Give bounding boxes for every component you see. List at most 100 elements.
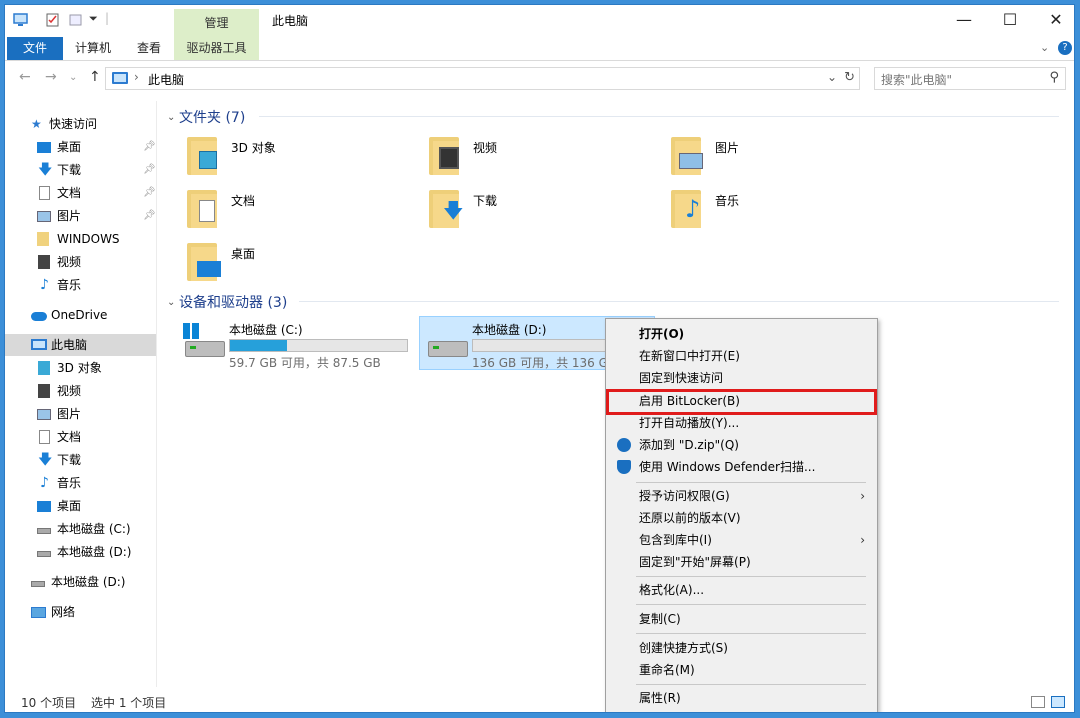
- menu-item-label: 包含到库中(I): [639, 533, 712, 547]
- address-dropdown-icon[interactable]: ⌄: [827, 70, 837, 84]
- sidebar-item-drive-c[interactable]: 本地磁盘 (C:): [5, 518, 156, 540]
- drive-usage-bar: [229, 339, 408, 352]
- menu-item-add-to-zip[interactable]: 添加到 "D.zip"(Q): [608, 434, 875, 456]
- sidebar-label: 网络: [51, 605, 76, 619]
- menu-item-pin-quick-access[interactable]: 固定到快速访问: [608, 367, 875, 389]
- forward-icon[interactable]: →: [45, 69, 57, 85]
- breadcrumb-chevron-icon[interactable]: ›: [134, 70, 139, 84]
- drive-icon: [37, 528, 51, 534]
- download-icon: 🡇: [38, 452, 53, 468]
- sidebar-item-pc-music[interactable]: ♪ 音乐: [5, 472, 156, 494]
- menu-item-rename[interactable]: 重命名(M): [608, 659, 875, 681]
- menu-item-format[interactable]: 格式化(A)...: [608, 579, 875, 601]
- network-icon: [31, 607, 46, 618]
- sidebar-item-onedrive[interactable]: OneDrive: [5, 304, 156, 326]
- close-button[interactable]: ✕: [1033, 5, 1074, 35]
- sidebar-item-downloads[interactable]: 🡇 下载 📌︎: [5, 159, 156, 181]
- recent-locations-icon[interactable]: ⌄: [69, 72, 77, 83]
- menu-item-pin-start[interactable]: 固定到"开始"屏幕(P): [608, 551, 875, 573]
- folder-desktop[interactable]: [187, 243, 221, 281]
- refresh-icon[interactable]: ↻: [844, 70, 855, 85]
- menu-item-include-library[interactable]: 包含到库中(I) ›: [608, 529, 875, 551]
- sidebar-item-music[interactable]: ♪ 音乐: [5, 274, 156, 296]
- search-input[interactable]: 搜索"此电脑" ⚲: [874, 67, 1066, 90]
- sidebar-item-this-pc[interactable]: 此电脑: [5, 334, 156, 356]
- sidebar-item-documents[interactable]: 文档 📌︎: [5, 182, 156, 204]
- drives-group-header[interactable]: 设备和驱动器 (3): [179, 292, 287, 312]
- minimize-button[interactable]: —: [941, 5, 987, 35]
- search-icon[interactable]: ⚲: [1049, 70, 1059, 85]
- folder-videos[interactable]: [429, 137, 463, 175]
- film-icon: [439, 147, 459, 169]
- video-icon: [38, 255, 50, 269]
- sidebar-label: 此电脑: [51, 338, 88, 352]
- menu-item-restore-versions[interactable]: 还原以前的版本(V): [608, 507, 875, 529]
- pin-icon[interactable]: 📌︎: [143, 205, 156, 227]
- tab-file[interactable]: 文件: [7, 37, 63, 60]
- pin-icon[interactable]: 📌︎: [143, 159, 156, 181]
- sidebar-label: OneDrive: [51, 308, 108, 322]
- video-icon: [38, 384, 50, 398]
- sidebar-item-network[interactable]: 网络: [5, 601, 156, 623]
- sidebar-item-pc-desktop[interactable]: 桌面: [5, 495, 156, 517]
- menu-item-autoplay[interactable]: 打开自动播放(Y)...: [608, 412, 875, 434]
- pin-icon[interactable]: 📌︎: [143, 182, 156, 204]
- folder-pictures[interactable]: [671, 137, 705, 175]
- up-icon[interactable]: ↑: [89, 69, 101, 85]
- address-path[interactable]: 此电脑: [148, 71, 184, 88]
- submenu-arrow-icon: ›: [860, 533, 865, 547]
- collapse-group-icon[interactable]: ⌄: [167, 297, 175, 308]
- menu-item-create-shortcut[interactable]: 创建快捷方式(S): [608, 637, 875, 659]
- sidebar-item-windows[interactable]: WINDOWS: [5, 228, 156, 250]
- expand-ribbon-icon[interactable]: ⌄: [1040, 41, 1049, 54]
- folder-label: 文档: [231, 194, 256, 208]
- sidebar-item-desktop[interactable]: 桌面 📌︎: [5, 136, 156, 158]
- sidebar-item-3d-objects[interactable]: 3D 对象: [5, 357, 156, 379]
- properties-icon[interactable]: [45, 13, 60, 27]
- collapse-group-icon[interactable]: ⌄: [167, 112, 175, 123]
- folders-group-header[interactable]: 文件夹 (7): [179, 107, 245, 127]
- maximize-button[interactable]: ☐: [987, 5, 1033, 35]
- customize-quick-access-icon[interactable]: ⏷: [89, 12, 98, 26]
- tab-drive-tools[interactable]: 驱动器工具: [174, 37, 259, 60]
- drive-c[interactable]: 本地磁盘 (C:) 59.7 GB 可用，共 87.5 GB: [177, 317, 417, 370]
- drive-icon: [31, 581, 45, 587]
- sidebar-item-drive-d[interactable]: 本地磁盘 (D:): [5, 541, 156, 563]
- new-folder-icon[interactable]: [68, 13, 83, 27]
- pin-icon[interactable]: 📌︎: [143, 136, 156, 158]
- sidebar-item-pc-pictures[interactable]: 图片: [5, 403, 156, 425]
- menu-item-open[interactable]: 打开(O): [608, 323, 875, 345]
- sidebar-item-pc-downloads[interactable]: 🡇 下载: [5, 449, 156, 471]
- sidebar-item-pc-documents[interactable]: 文档: [5, 426, 156, 448]
- document-icon: [199, 200, 215, 222]
- folder-music[interactable]: ♪: [671, 190, 705, 228]
- address-bar[interactable]: › 此电脑 ⌄ ↻: [105, 67, 860, 90]
- tab-view[interactable]: 查看: [127, 37, 171, 60]
- menu-item-copy[interactable]: 复制(C): [608, 608, 875, 630]
- menu-item-defender-scan[interactable]: 使用 Windows Defender扫描...: [608, 456, 875, 478]
- folder-downloads[interactable]: 🡇: [429, 190, 464, 228]
- back-icon[interactable]: ←: [19, 69, 31, 85]
- computer-icon: [31, 339, 47, 350]
- picture-icon: [679, 153, 703, 169]
- sidebar-item-pc-videos[interactable]: 视频: [5, 380, 156, 402]
- details-view-icon[interactable]: [1031, 696, 1045, 708]
- download-icon: 🡇: [38, 162, 53, 178]
- manage-context-tab[interactable]: 管理: [174, 9, 259, 37]
- folder-3d-objects[interactable]: [187, 137, 221, 175]
- sidebar-item-quick-access[interactable]: ★ 快速访问: [5, 113, 156, 135]
- folder-documents[interactable]: [187, 190, 221, 228]
- this-pc-icon: [112, 72, 128, 84]
- desktop-icon: [37, 501, 51, 512]
- sidebar-item-pictures[interactable]: 图片 📌︎: [5, 205, 156, 227]
- menu-item-give-access[interactable]: 授予访问权限(G) ›: [608, 485, 875, 507]
- help-icon[interactable]: ?: [1058, 41, 1072, 55]
- sidebar-item-videos[interactable]: 视频: [5, 251, 156, 273]
- large-icons-view-icon[interactable]: [1051, 696, 1065, 708]
- sidebar-item-removable-d[interactable]: 本地磁盘 (D:): [5, 571, 156, 593]
- sidebar-label: 3D 对象: [57, 361, 102, 375]
- shield-icon: [617, 460, 631, 474]
- tab-computer[interactable]: 计算机: [65, 37, 121, 60]
- menu-item-open-new-window[interactable]: 在新窗口中打开(E): [608, 345, 875, 367]
- explorer-window: ⏷ | 管理 此电脑 — ☐ ✕ 文件 计算机 查看 驱动器工具 ⌄ ? ← →…: [4, 4, 1075, 713]
